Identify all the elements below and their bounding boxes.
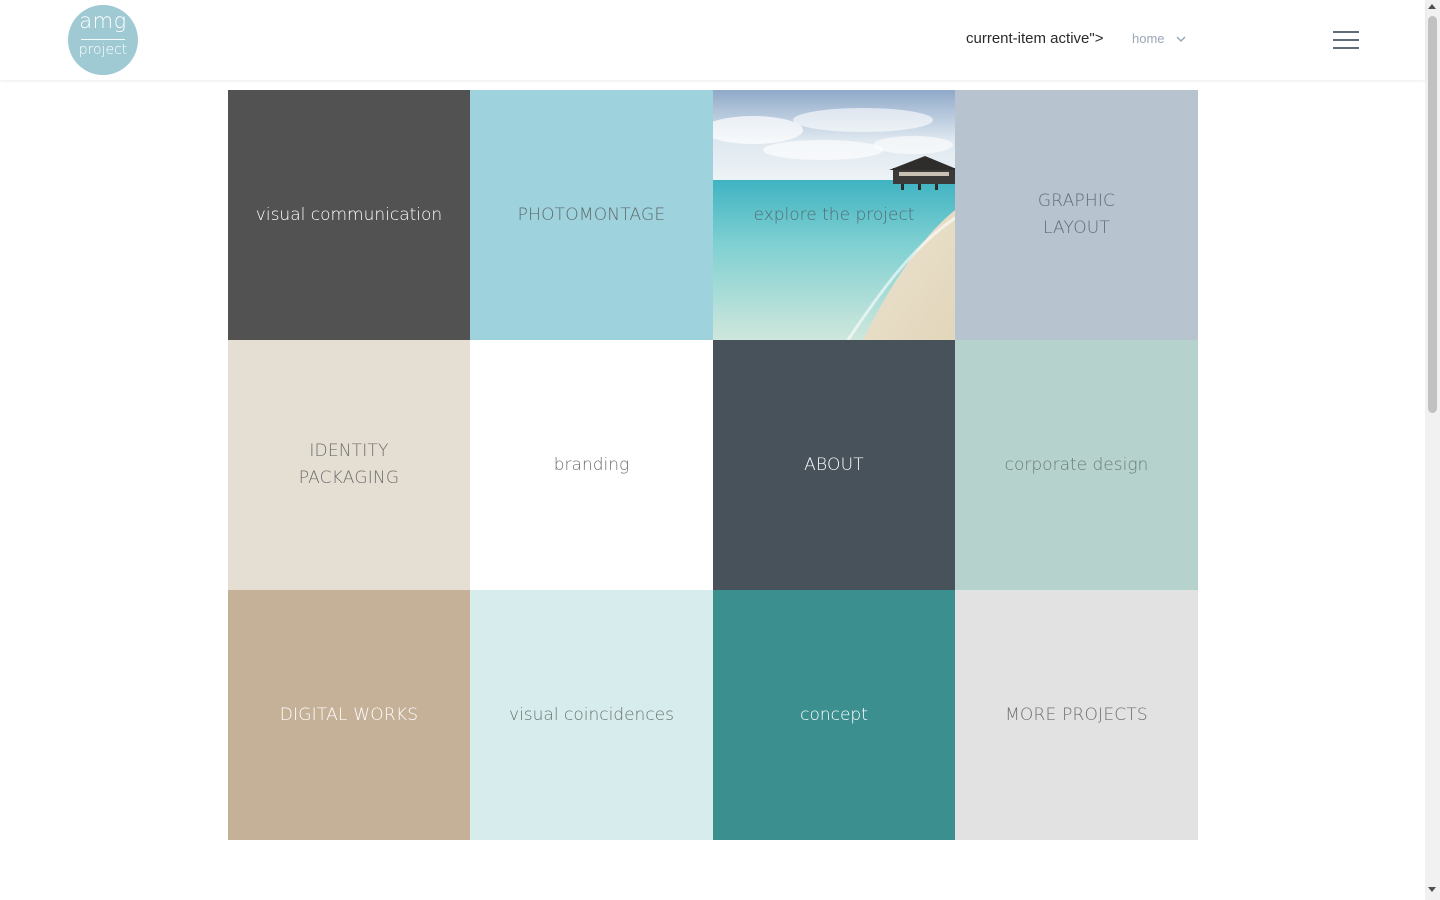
- amg-project-logo[interactable]: amg project: [68, 5, 138, 75]
- hamburger-menu-icon[interactable]: [1333, 31, 1359, 49]
- tile-digital-works[interactable]: DIGITAL WORKS: [228, 590, 470, 840]
- menu-bar: [1333, 47, 1359, 49]
- chevron-down-icon[interactable]: [1175, 33, 1187, 45]
- tile-explore-the-project[interactable]: explore the project: [713, 90, 955, 340]
- site-header: amg project current-item active"> home: [0, 0, 1425, 80]
- tile-corporate-design[interactable]: corporate design: [955, 340, 1198, 590]
- tile-label: visual communication: [255, 204, 443, 225]
- tile-label: IDENTITY PACKAGING: [298, 441, 400, 488]
- tile-photomontage[interactable]: PHOTOMONTAGE: [470, 90, 713, 340]
- tile-graphic-layout[interactable]: GRAPHIC LAYOUT: [955, 90, 1198, 340]
- tile-label: explore the project: [753, 204, 915, 225]
- tile-label: PHOTOMONTAGE: [517, 204, 666, 225]
- tile-label: branding: [553, 454, 630, 475]
- tile-concept[interactable]: concept: [713, 590, 955, 840]
- tile-visual-communication[interactable]: visual communication: [228, 90, 470, 340]
- menu-bar: [1333, 39, 1359, 41]
- tile-branding[interactable]: branding: [470, 340, 713, 590]
- logo-text-bottom: project: [78, 42, 128, 58]
- nav-current-item-text: current-item active">: [966, 30, 1104, 47]
- logo-divider: [81, 39, 125, 40]
- tile-label: visual coincidences: [509, 704, 674, 725]
- nav-home-link[interactable]: home: [1132, 31, 1165, 46]
- scrollbar-thumb[interactable]: [1428, 16, 1437, 413]
- tile-visual-coincidences[interactable]: visual coincidences: [470, 590, 713, 840]
- tile-label: MORE PROJECTS: [1005, 704, 1148, 725]
- tile-label: ABOUT: [804, 454, 864, 475]
- logo-text-top: amg: [79, 9, 127, 33]
- portfolio-grid: visual communication PHOTOMONTAGE explor…: [228, 90, 1198, 840]
- tile-identity-packaging[interactable]: IDENTITY PACKAGING: [228, 340, 470, 590]
- scroll-down-arrow-icon[interactable]: [1428, 887, 1436, 892]
- tile-about[interactable]: ABOUT: [713, 340, 955, 590]
- tile-label: DIGITAL WORKS: [279, 704, 419, 725]
- menu-bar: [1333, 31, 1359, 33]
- tile-label: GRAPHIC LAYOUT: [1037, 191, 1116, 238]
- scroll-up-arrow-icon[interactable]: [1428, 4, 1436, 9]
- tile-more-projects[interactable]: MORE PROJECTS: [955, 590, 1198, 840]
- tile-label: corporate design: [1004, 454, 1149, 475]
- tile-label: concept: [800, 704, 868, 725]
- vertical-scrollbar[interactable]: [1425, 0, 1440, 900]
